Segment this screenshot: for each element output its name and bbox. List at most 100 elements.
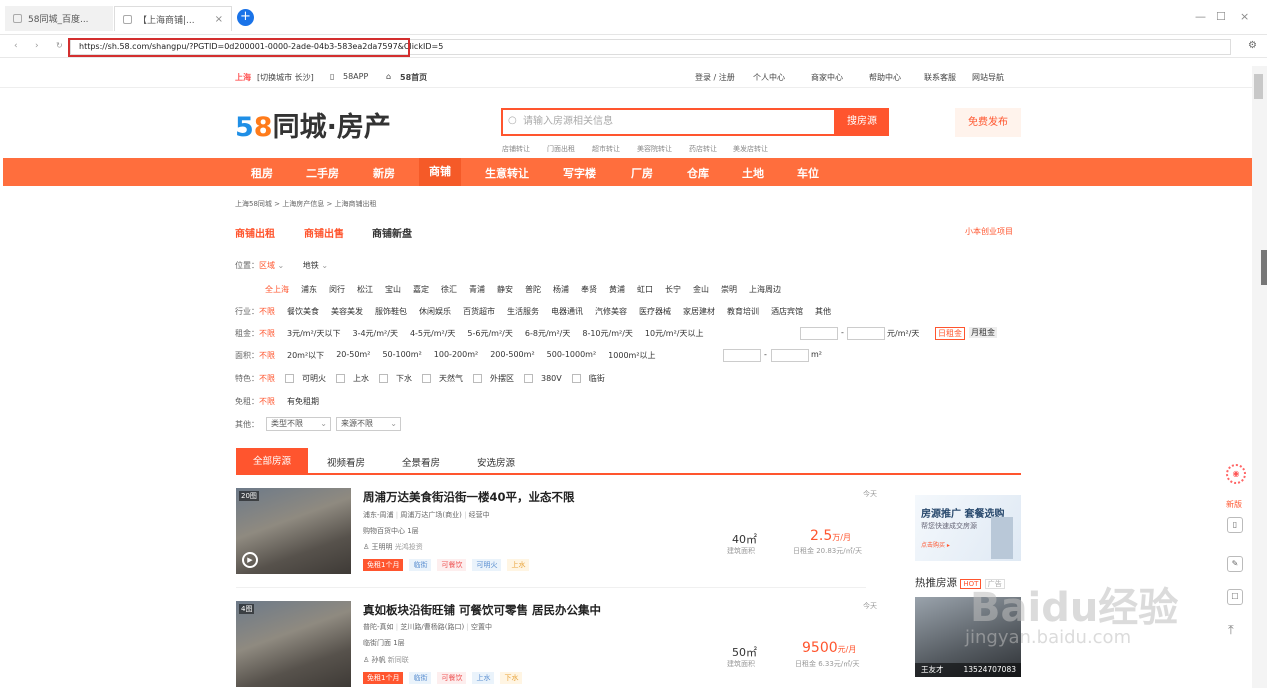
district-option[interactable]: 嘉定 <box>413 284 429 295</box>
district-option[interactable]: 松江 <box>357 284 373 295</box>
feature-checkbox[interactable]: 下水 <box>379 373 412 384</box>
district-option[interactable]: 黄浦 <box>609 284 625 295</box>
filter-option[interactable]: 酒店宾馆 <box>771 306 803 317</box>
nav-item-second-hand[interactable]: 二手房 <box>306 165 339 181</box>
back-icon[interactable]: ‹ <box>14 41 18 51</box>
district-option[interactable]: 青浦 <box>469 284 485 295</box>
filter-option[interactable]: 3元/m²/天以下 <box>287 328 340 339</box>
feature-checkbox[interactable]: 临街 <box>571 373 605 384</box>
hot-search-link[interactable]: 药店转让 <box>689 144 717 154</box>
subtab-new[interactable]: 商铺新盘 <box>372 225 412 240</box>
listing-title[interactable]: 周浦万达美食街沿街一楼40平，业态不限 <box>363 489 575 505</box>
listing-photo[interactable]: 4图 <box>236 601 351 687</box>
tab-all-listings[interactable]: 全部房源 <box>236 448 308 475</box>
site-logo[interactable]: 58同城·房产 <box>235 105 391 144</box>
district-option[interactable]: 金山 <box>693 284 709 295</box>
side-handle[interactable] <box>1261 250 1267 285</box>
browser-tab-active[interactable]: 【上海商铺|... × <box>114 6 232 31</box>
nav-item-office[interactable]: 写字楼 <box>563 165 596 181</box>
58app-icon[interactable]: ▯ <box>1227 517 1243 533</box>
nav-item-new-house[interactable]: 新房 <box>373 165 395 181</box>
close-window-button[interactable]: × <box>1240 10 1249 23</box>
switch-city-link[interactable]: [切换城市 长沙] <box>257 72 314 83</box>
filter-subway[interactable]: 地铁 <box>303 261 319 270</box>
filter-option[interactable]: 10元/m²/天以上 <box>645 328 704 339</box>
hot-search-link[interactable]: 门面出租 <box>547 144 575 154</box>
feature-checkbox[interactable]: 上水 <box>336 373 369 384</box>
nav-item-shop[interactable]: 商铺 <box>419 158 461 186</box>
help-center-link[interactable]: 帮助中心 <box>869 72 901 83</box>
settings-icon[interactable]: ⚙ <box>1248 40 1257 51</box>
nav-item-factory[interactable]: 厂房 <box>631 165 653 181</box>
search-input[interactable]: 请输入房源相关信息 <box>501 108 836 136</box>
rent-min-input[interactable] <box>800 327 838 340</box>
district-option[interactable]: 崇明 <box>721 284 737 295</box>
play-icon[interactable]: ▶ <box>242 552 258 568</box>
filter-option[interactable]: 100-200m² <box>434 350 478 361</box>
filter-option[interactable]: 服饰鞋包 <box>375 306 407 317</box>
area-max-input[interactable] <box>771 349 809 362</box>
district-option[interactable]: 全上海 <box>265 284 289 295</box>
minimize-button[interactable]: — <box>1195 10 1206 23</box>
feature-checkbox[interactable]: 380V <box>524 374 562 383</box>
new-version-link[interactable]: 新版 <box>1226 499 1242 510</box>
filter-option[interactable]: 家居建材 <box>683 306 715 317</box>
nav-item-business-transfer[interactable]: 生意转让 <box>485 165 529 181</box>
district-option[interactable]: 长宁 <box>665 284 681 295</box>
tab-video[interactable]: 视频看房 <box>327 455 365 469</box>
daily-rent-toggle[interactable]: 日租金 <box>935 327 965 340</box>
feature-checkbox[interactable]: 可明火 <box>285 373 326 384</box>
filter-option[interactable]: 20m²以下 <box>287 350 324 361</box>
district-option[interactable]: 闵行 <box>329 284 345 295</box>
filter-option[interactable]: 5-6元/m²/天 <box>467 328 512 339</box>
filter-option[interactable]: 8-10元/m²/天 <box>582 328 633 339</box>
user-center-link[interactable]: 个人中心 <box>753 72 785 83</box>
monthly-rent-toggle[interactable]: 月租金 <box>969 327 997 338</box>
district-option[interactable]: 浦东 <box>301 284 317 295</box>
subtab-rent[interactable]: 商铺出租 <box>235 225 275 240</box>
filter-option[interactable]: 餐饮美食 <box>287 306 319 317</box>
filter-option[interactable]: 汽修美容 <box>595 306 627 317</box>
hot-search-link[interactable]: 美发店转让 <box>733 144 768 154</box>
filter-option[interactable]: 生活服务 <box>507 306 539 317</box>
filter-option[interactable]: 有免租期 <box>287 396 319 407</box>
hot-search-link[interactable]: 超市转让 <box>592 144 620 154</box>
reload-icon[interactable]: ↻ <box>56 41 63 50</box>
listing-photo[interactable]: 20图 ▶ <box>236 488 351 574</box>
nav-item-land[interactable]: 土地 <box>742 165 764 181</box>
browser-tab[interactable]: 58同城_百度... <box>5 6 113 31</box>
contact-service-link[interactable]: 联系客服 <box>924 72 956 83</box>
filter-option[interactable]: 4-5元/m²/天 <box>410 328 455 339</box>
filter-option[interactable]: 500-1000m² <box>547 350 597 361</box>
filter-option[interactable]: 3-4元/m²/天 <box>352 328 397 339</box>
district-option[interactable]: 杨浦 <box>553 284 569 295</box>
nav-item-rent[interactable]: 租房 <box>251 165 273 181</box>
filter-option[interactable]: 电器通讯 <box>551 306 583 317</box>
filter-option[interactable]: 不限 <box>259 350 275 361</box>
tab-verified[interactable]: 安选房源 <box>477 455 515 469</box>
district-option[interactable]: 上海周边 <box>749 284 781 295</box>
feature-checkbox[interactable]: 天然气 <box>422 373 463 384</box>
district-option[interactable]: 静安 <box>497 284 513 295</box>
app-link[interactable]: 58APP <box>343 72 368 81</box>
filter-option[interactable]: 百货超市 <box>463 306 495 317</box>
home-link[interactable]: 58首页 <box>400 72 427 83</box>
promo-banner[interactable]: 房源推广 套餐选购 帮您快速成交房源 点击购买 ▸ <box>915 495 1021 561</box>
filter-option[interactable]: 医疗器械 <box>639 306 671 317</box>
hot-search-link[interactable]: 美容院转让 <box>637 144 672 154</box>
forward-icon[interactable]: › <box>35 41 39 51</box>
source-select[interactable]: 来源不限 ⌄ <box>336 417 401 431</box>
mascot-icon[interactable]: ◉ <box>1226 464 1246 484</box>
filter-option[interactable]: 6-8元/m²/天 <box>525 328 570 339</box>
filter-option[interactable]: 不限 <box>259 373 275 384</box>
rent-max-input[interactable] <box>847 327 885 340</box>
search-button[interactable]: 搜房源 <box>835 108 889 136</box>
filter-option[interactable]: 不限 <box>259 396 275 407</box>
area-min-input[interactable] <box>723 349 761 362</box>
publish-button[interactable]: 免费发布 <box>955 108 1021 137</box>
scrollbar[interactable] <box>1252 66 1267 688</box>
district-option[interactable]: 奉贤 <box>581 284 597 295</box>
filter-option[interactable]: 其他 <box>815 306 831 317</box>
tab-panorama[interactable]: 全景看房 <box>402 455 440 469</box>
feature-checkbox[interactable]: 外摆区 <box>473 373 514 384</box>
